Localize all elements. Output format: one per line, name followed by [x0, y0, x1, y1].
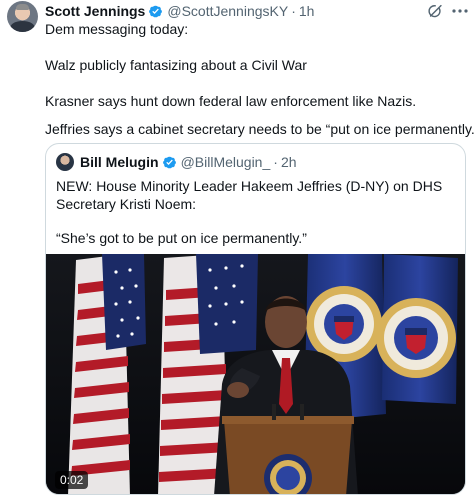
- tweet-text-line: Krasner says hunt down federal law enfor…: [45, 93, 417, 109]
- tweet-text-line: Walz publicly fantasizing about a Civil …: [45, 57, 307, 73]
- tweet-text-line: Jeffries says a cabinet secretary needs …: [45, 121, 474, 137]
- video-frame: [46, 254, 465, 494]
- more-options-icon[interactable]: [450, 2, 470, 20]
- verified-badge-icon: [149, 5, 163, 17]
- tweet[interactable]: Scott Jennings @ScottJenningsKY · 1h Dem…: [0, 0, 474, 500]
- author-name[interactable]: Scott Jennings: [45, 3, 145, 19]
- timestamp-link[interactable]: 1h: [299, 3, 315, 19]
- tweet-text-line: Dem messaging today:: [45, 21, 189, 37]
- video-player[interactable]: 0:02: [46, 254, 465, 494]
- tweet-header: Scott Jennings @ScottJenningsKY · 1h: [45, 2, 314, 20]
- quoted-author-handle[interactable]: @BillMelugin_: [181, 154, 271, 170]
- quoted-timestamp-link[interactable]: 2h: [281, 154, 297, 170]
- author-handle[interactable]: @ScottJenningsKY: [167, 3, 288, 19]
- quoted-avatar[interactable]: [56, 153, 74, 171]
- grok-icon[interactable]: [427, 2, 445, 20]
- separator-dot: ·: [291, 3, 296, 19]
- video-timestamp: 0:02: [55, 471, 89, 489]
- avatar[interactable]: [7, 1, 38, 32]
- quoted-tweet[interactable]: Bill Melugin @BillMelugin_ · 2h NEW: Hou…: [45, 143, 466, 495]
- quoted-text: “She’s got to be put on ice permanently.…: [56, 230, 307, 246]
- quoted-author-name[interactable]: Bill Melugin: [80, 154, 159, 170]
- quoted-tweet-header: Bill Melugin @BillMelugin_ · 2h: [56, 153, 297, 171]
- verified-badge-icon: [162, 156, 176, 168]
- separator-dot: ·: [273, 154, 278, 170]
- quoted-text: NEW: House Minority Leader Hakeem Jeffri…: [56, 178, 443, 212]
